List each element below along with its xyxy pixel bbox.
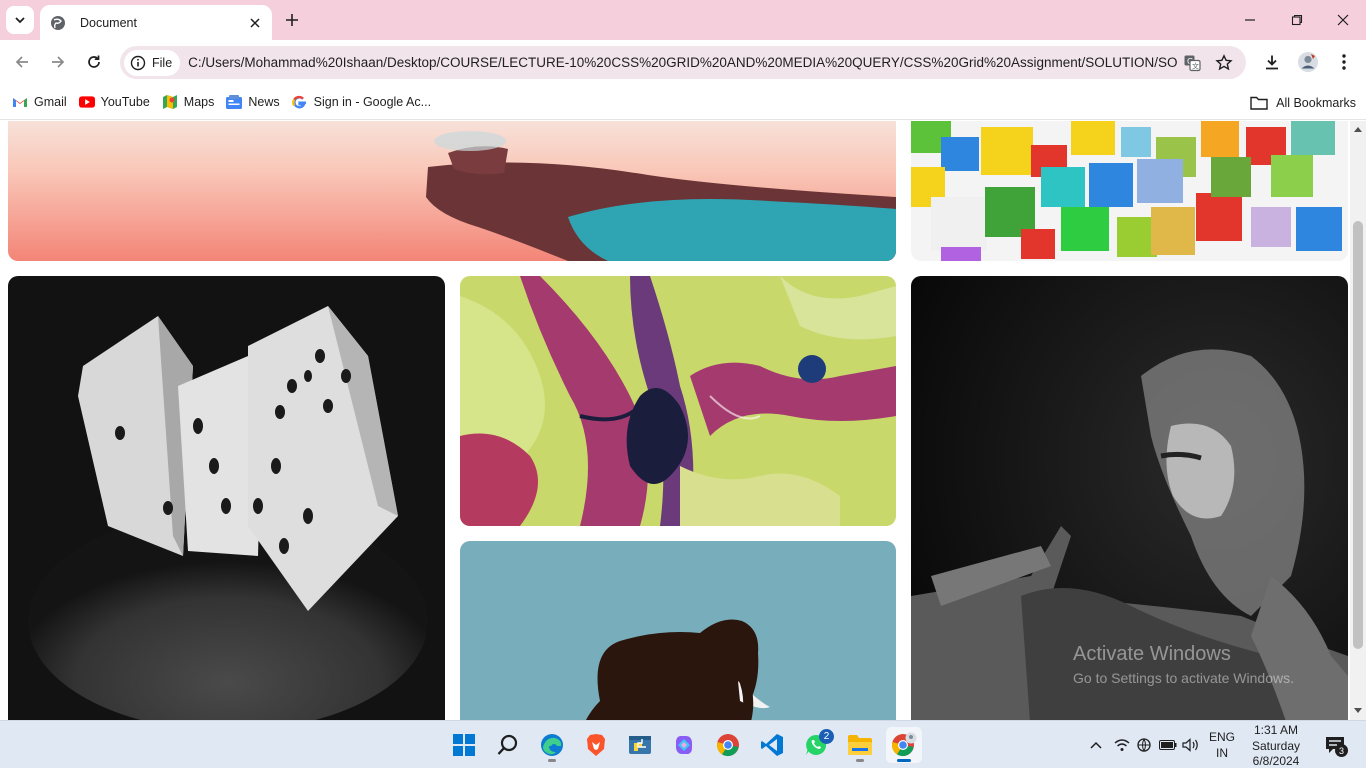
notification-count: 3	[1335, 744, 1348, 757]
notification-center-button[interactable]: 3	[1322, 733, 1348, 757]
edge-icon	[541, 734, 563, 756]
page-scrollbar[interactable]	[1350, 121, 1366, 720]
whatsapp-badge: 2	[819, 729, 834, 744]
new-tab-icon[interactable]	[280, 8, 304, 32]
language-indicator[interactable]: ENG IN	[1208, 729, 1236, 761]
info-icon	[130, 55, 146, 70]
browser-toolbar: File C:/Users/Mohammad%20Ishaan/Desktop/…	[0, 40, 1366, 85]
battery-icon[interactable]	[1158, 735, 1178, 755]
clock-day: Saturday	[1251, 738, 1301, 753]
taskbar-vscode[interactable]	[754, 727, 790, 763]
taskbar-chrome[interactable]	[710, 727, 746, 763]
bookmark-google-signin[interactable]: Sign in - Google Ac...	[286, 88, 437, 116]
bookmark-star-icon[interactable]	[1210, 49, 1238, 77]
close-tab-icon[interactable]	[244, 12, 266, 34]
page-viewport: Activate Windows Go to Settings to activ…	[0, 121, 1366, 720]
windows-taskbar: 2 ENG IN 1:31 AM Saturday 6/8/2024 3	[0, 720, 1366, 768]
youtube-icon	[78, 94, 95, 110]
taskbar-chrome-profile[interactable]	[886, 727, 922, 763]
menu-kebab-icon[interactable]	[1330, 48, 1358, 76]
site-info-label: File	[152, 55, 173, 70]
taskbar-python-idle[interactable]	[622, 727, 658, 763]
chrome-profile-icon	[891, 732, 917, 757]
bookmark-label: Maps	[183, 95, 215, 109]
globe-icon	[50, 15, 66, 31]
copilot-icon	[676, 736, 692, 754]
restore-icon[interactable]	[1275, 4, 1319, 36]
chevron-down-icon	[15, 17, 25, 24]
gmail-icon	[12, 94, 28, 110]
windows-start-button[interactable]	[446, 727, 482, 763]
windows-icon	[453, 734, 475, 756]
scroll-down-arrow-icon[interactable]	[1353, 706, 1363, 716]
maps-icon	[162, 94, 178, 110]
chrome-icon	[716, 734, 739, 757]
clock-time: 1:31 AM	[1253, 723, 1299, 737]
taskbar-edge[interactable]	[534, 727, 570, 763]
dice-image	[8, 276, 445, 720]
fluid-art-image	[460, 276, 896, 526]
bookmark-youtube[interactable]: YouTube	[73, 88, 156, 116]
watermark-subtitle: Go to Settings to activate Windows.	[1073, 670, 1294, 686]
profile-avatar[interactable]	[1294, 48, 1322, 76]
bookmark-news[interactable]: News	[220, 88, 285, 116]
url-text[interactable]: C:/Users/Mohammad%20Ishaan/Desktop/COURS…	[188, 55, 1178, 70]
colorful-cubes-image	[911, 121, 1348, 261]
bookmark-label: News	[248, 95, 280, 109]
bookmark-label: Sign in - Google Ac...	[313, 95, 432, 109]
vscode-icon	[761, 734, 783, 756]
wifi-icon[interactable]	[1112, 735, 1132, 755]
clock-date: 6/8/2024	[1252, 754, 1300, 768]
svg-text:文: 文	[1192, 61, 1199, 70]
chevron-up-icon[interactable]	[1086, 735, 1106, 755]
activate-windows-watermark: Activate Windows Go to Settings to activ…	[1073, 643, 1294, 686]
tab-title: Document	[80, 15, 137, 30]
brave-icon	[587, 734, 605, 756]
forward-icon[interactable]	[44, 48, 72, 76]
bookmark-maps[interactable]: Maps	[156, 88, 221, 116]
translate-icon[interactable]: G文	[1178, 49, 1206, 77]
reload-icon[interactable]	[80, 48, 108, 76]
scrollbar-thumb[interactable]	[1353, 221, 1363, 649]
folder-icon	[848, 735, 872, 755]
tab-document[interactable]: Document	[40, 5, 272, 40]
search-icon	[497, 734, 518, 755]
address-bar[interactable]: File C:/Users/Mohammad%20Ishaan/Desktop/…	[120, 46, 1246, 79]
region-code: IN	[1216, 746, 1228, 760]
back-icon[interactable]	[8, 48, 36, 76]
all-bookmarks-label: All Bookmarks	[1276, 96, 1356, 110]
site-info-chip[interactable]: File	[124, 49, 181, 76]
taskbar-file-explorer[interactable]	[842, 727, 878, 763]
elephant-image	[460, 541, 896, 720]
all-bookmarks-button[interactable]: All Bookmarks	[1250, 89, 1356, 117]
language-code: ENG	[1208, 730, 1235, 744]
download-icon[interactable]	[1258, 48, 1286, 76]
minimize-icon[interactable]	[1228, 4, 1272, 36]
taskbar-copilot[interactable]	[666, 727, 702, 763]
taskbar-whatsapp[interactable]: 2	[798, 727, 834, 763]
google-icon	[292, 94, 308, 110]
hand-holding-glass-image	[8, 121, 896, 261]
tab-strip: Document	[0, 0, 1366, 40]
watermark-title: Activate Windows	[1073, 643, 1231, 665]
volume-icon[interactable]	[1181, 735, 1201, 755]
taskbar-search-button[interactable]	[490, 727, 526, 763]
clock[interactable]: 1:31 AM Saturday 6/8/2024	[1246, 723, 1306, 770]
close-window-icon[interactable]	[1321, 4, 1365, 36]
taskbar-brave[interactable]	[578, 727, 614, 763]
scroll-up-arrow-icon[interactable]	[1353, 124, 1363, 134]
network-icon[interactable]	[1134, 735, 1154, 755]
bookmark-label: YouTube	[100, 95, 150, 109]
bookmark-gmail[interactable]: Gmail	[6, 88, 73, 116]
bookmark-label: Gmail	[34, 95, 67, 109]
python-icon	[629, 736, 651, 754]
news-icon	[226, 94, 243, 110]
tab-search-button[interactable]	[6, 6, 34, 34]
folder-outline-icon	[1250, 96, 1268, 110]
bookmarks-bar: Gmail YouTube Maps News Sign in - Google…	[0, 85, 1366, 120]
